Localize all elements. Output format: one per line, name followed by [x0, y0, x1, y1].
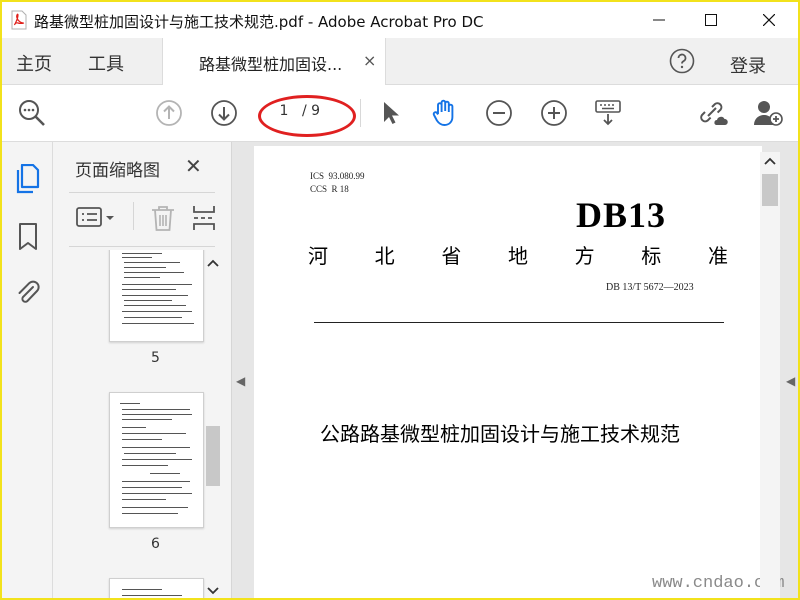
- collapse-left-icon[interactable]: ◀: [236, 374, 245, 388]
- next-page-button[interactable]: [208, 97, 240, 129]
- scrollbar-thumb[interactable]: [762, 174, 778, 206]
- keyboard-tool-button[interactable]: [592, 97, 624, 129]
- hand-tool-button[interactable]: [428, 97, 460, 129]
- delete-page-button[interactable]: [149, 202, 177, 234]
- insert-page-button[interactable]: [191, 202, 217, 234]
- db-logo: DB13: [576, 195, 667, 235]
- trash-icon: [152, 206, 174, 231]
- pages-icon: [16, 164, 40, 194]
- page-thumbnails-button[interactable]: [14, 164, 42, 194]
- panel-toolbar-divider: [133, 202, 134, 230]
- panel-divider: [69, 192, 215, 193]
- close-window-button[interactable]: [746, 2, 792, 38]
- add-user-icon: [754, 101, 783, 126]
- tab-bar: 主页 工具 路基微型桩加固设... × 登录: [2, 38, 798, 85]
- heading-char: 标: [641, 244, 662, 268]
- scroll-up-icon[interactable]: [764, 156, 776, 166]
- zoom-in-button[interactable]: [538, 97, 570, 129]
- share-link-button[interactable]: [696, 97, 728, 129]
- paperclip-icon: [18, 280, 40, 303]
- heading-char: 省: [441, 244, 462, 268]
- arrow-down-circle-icon: [211, 100, 237, 126]
- page-thumbnail[interactable]: [109, 250, 204, 342]
- help-icon[interactable]: [669, 48, 695, 74]
- horizontal-rule: [314, 322, 724, 323]
- options-menu-icon: [76, 207, 114, 227]
- thumbnail-page-number: 6: [151, 536, 160, 552]
- attachments-button[interactable]: [14, 278, 42, 308]
- cursor-arrow-icon: [384, 102, 399, 124]
- toolbar-divider: [360, 99, 361, 127]
- title-bar: 路基微型桩加固设计与施工技术规范.pdf - Adobe Acrobat Pro…: [2, 2, 798, 38]
- minimize-icon: [653, 19, 665, 21]
- document-view: ◀ ICS 93.080.99 CCS R 18 DB13 河 北 省 地 方 标…: [232, 142, 798, 598]
- left-rail: [2, 142, 53, 598]
- tab-document[interactable]: 路基微型桩加固设... ×: [162, 38, 386, 85]
- close-panel-icon[interactable]: ✕: [185, 154, 202, 178]
- app-window: 路基微型桩加固设计与施工技术规范.pdf - Adobe Acrobat Pro…: [0, 0, 800, 600]
- toolbar: / 9: [2, 85, 798, 142]
- maximize-button[interactable]: [688, 2, 734, 38]
- zoom-out-button[interactable]: [483, 97, 515, 129]
- page-indicator: / 9: [264, 99, 344, 125]
- page-insert-icon: [193, 206, 215, 230]
- minimize-button[interactable]: [636, 2, 682, 38]
- hand-icon: [432, 99, 454, 126]
- keyboard-download-icon: [595, 100, 621, 126]
- page-total: / 9: [302, 103, 321, 119]
- bookmark-icon: [19, 223, 37, 250]
- heading-char: 地: [507, 244, 528, 268]
- ics-code: ICS 93.080.99: [310, 171, 365, 181]
- ccs-code: CCS R 18: [310, 184, 349, 194]
- scrollbar-thumb[interactable]: [206, 426, 220, 486]
- thumbnail-panel: 页面缩略图 ✕ 5 6: [53, 142, 232, 598]
- heading-char: 方: [574, 244, 595, 268]
- thumbnail-scrollbar[interactable]: [203, 250, 223, 598]
- document-scrollbar[interactable]: [760, 152, 780, 598]
- previous-page-button[interactable]: [153, 97, 185, 129]
- page-thumbnail[interactable]: [109, 392, 204, 528]
- plus-circle-icon: [541, 100, 567, 126]
- maximize-icon: [705, 14, 717, 26]
- document-tab-label: 路基微型桩加固设...: [199, 55, 343, 74]
- heading-char: 准: [707, 244, 728, 268]
- acrobat-app-icon: [10, 10, 28, 30]
- pdf-page: ICS 93.080.99 CCS R 18 DB13 河 北 省 地 方 标 准…: [254, 146, 785, 598]
- province-standard-heading: 河 北 省 地 方 标 准: [308, 240, 728, 269]
- magnifier-icon: [19, 100, 45, 126]
- add-user-button[interactable]: [752, 97, 784, 129]
- arrow-up-circle-icon: [156, 100, 182, 126]
- minus-circle-icon: [486, 100, 512, 126]
- login-link[interactable]: 登录: [730, 52, 766, 78]
- link-cloud-icon: [700, 102, 728, 125]
- thumbnail-list: 5 6: [53, 250, 213, 598]
- bookmarks-button[interactable]: [14, 222, 42, 252]
- panel-title: 页面缩略图: [75, 161, 160, 181]
- close-tab-icon[interactable]: ×: [363, 51, 376, 70]
- select-tool-button[interactable]: [374, 97, 406, 129]
- current-page-input[interactable]: [270, 101, 298, 121]
- tab-home[interactable]: 主页: [16, 50, 52, 76]
- document-title: 公路路基微型桩加固设计与施工技术规范: [320, 422, 680, 446]
- classification-codes: ICS 93.080.99 CCS R 18: [310, 170, 365, 196]
- collapse-right-icon[interactable]: ◀: [786, 374, 795, 388]
- close-icon: [763, 14, 775, 26]
- thumbnail-page-number: 5: [151, 350, 160, 366]
- heading-char: 北: [374, 244, 395, 268]
- tab-tools[interactable]: 工具: [88, 50, 124, 76]
- scroll-down-icon[interactable]: [207, 586, 219, 596]
- heading-char: 河: [308, 244, 328, 268]
- window-title: 路基微型桩加固设计与施工技术规范.pdf - Adobe Acrobat Pro…: [34, 13, 484, 31]
- thumbnail-options-button[interactable]: [75, 202, 117, 234]
- panel-divider: [69, 246, 215, 247]
- zoom-search-button[interactable]: [16, 97, 48, 129]
- page-thumbnail[interactable]: [109, 578, 204, 598]
- standard-number: DB 13/T 5672—2023: [606, 282, 694, 293]
- scroll-up-icon[interactable]: [207, 258, 219, 268]
